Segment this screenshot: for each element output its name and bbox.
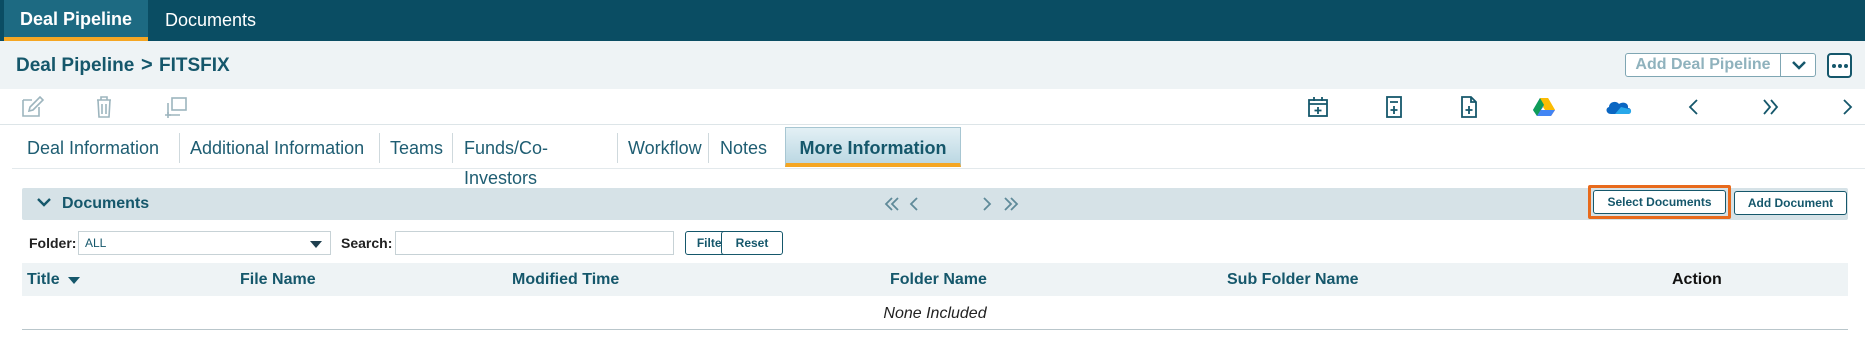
add-deal-pipeline-dropdown[interactable] bbox=[1782, 54, 1816, 76]
tab-deal-information[interactable]: Deal Information bbox=[27, 133, 180, 163]
page-header: Deal Pipeline > FITSFIX Add Deal Pipelin… bbox=[0, 41, 1865, 89]
add-document-button[interactable]: Add Document bbox=[1734, 191, 1847, 215]
column-sub-folder-name[interactable]: Sub Folder Name bbox=[1227, 271, 1359, 289]
reset-button[interactable]: Reset bbox=[721, 231, 783, 255]
tab-more-information[interactable]: More Information bbox=[785, 127, 961, 167]
calendar-add-icon[interactable] bbox=[1305, 95, 1331, 119]
column-title[interactable]: Title bbox=[27, 271, 60, 289]
breadcrumb-separator: > bbox=[141, 54, 153, 76]
documents-filter-bar: Folder: ALL Search: Filter Reset bbox=[22, 226, 1848, 260]
sort-descending-icon[interactable] bbox=[68, 277, 80, 284]
documents-table-header: Title File Name Modified Time Folder Nam… bbox=[22, 263, 1848, 296]
top-tab-deal-pipeline[interactable]: Deal Pipeline bbox=[4, 0, 148, 41]
chevron-left-icon[interactable] bbox=[1681, 95, 1707, 119]
file-add-icon[interactable] bbox=[1456, 95, 1482, 119]
breadcrumb-parent[interactable]: Deal Pipeline bbox=[16, 55, 134, 77]
previous-page-icon[interactable] bbox=[907, 195, 921, 213]
more-options-button[interactable] bbox=[1827, 53, 1852, 78]
onedrive-icon[interactable] bbox=[1603, 95, 1633, 119]
tab-additional-information[interactable]: Additional Information bbox=[180, 133, 380, 163]
google-drive-icon[interactable] bbox=[1531, 95, 1557, 119]
empty-state-text: None Included bbox=[883, 305, 987, 322]
top-nav: Deal Pipeline Documents bbox=[0, 0, 1865, 41]
table-empty-row: None Included bbox=[22, 296, 1848, 330]
tab-workflow[interactable]: Workflow bbox=[618, 133, 709, 163]
top-tab-documents[interactable]: Documents bbox=[165, 0, 256, 41]
double-chevron-right-icon[interactable] bbox=[1757, 95, 1783, 119]
search-label: Search: bbox=[341, 235, 393, 251]
column-folder-name[interactable]: Folder Name bbox=[890, 271, 987, 289]
search-input[interactable] bbox=[395, 231, 674, 255]
toolbar bbox=[0, 89, 1865, 125]
caret-down-icon bbox=[310, 241, 322, 248]
documents-title: Documents bbox=[62, 195, 150, 212]
last-page-icon[interactable] bbox=[1002, 195, 1020, 213]
dot-icon bbox=[1832, 64, 1836, 68]
detail-tabs: Deal Information Additional Information … bbox=[12, 125, 1865, 188]
select-documents-button[interactable]: Select Documents bbox=[1593, 190, 1726, 214]
dot-icon bbox=[1844, 64, 1848, 68]
add-deal-pipeline-split-button: Add Deal Pipeline bbox=[1625, 53, 1816, 77]
tab-notes[interactable]: Notes bbox=[709, 133, 779, 163]
dot-icon bbox=[1838, 64, 1842, 68]
column-modified-time[interactable]: Modified Time bbox=[512, 271, 619, 289]
column-file-name[interactable]: File Name bbox=[240, 271, 316, 289]
chevron-down-icon[interactable] bbox=[36, 196, 52, 210]
chevron-right-icon[interactable] bbox=[1834, 95, 1860, 119]
next-page-icon[interactable] bbox=[980, 195, 994, 213]
folder-label: Folder: bbox=[29, 235, 77, 251]
trash-icon[interactable] bbox=[91, 95, 117, 119]
tab-funds-co-investors[interactable]: Funds/Co-Investors bbox=[453, 133, 618, 188]
add-deal-pipeline-button[interactable]: Add Deal Pipeline bbox=[1626, 54, 1781, 76]
column-action: Action bbox=[1672, 271, 1722, 288]
documents-panel-header: Documents bbox=[22, 188, 1848, 220]
edit-icon[interactable] bbox=[20, 95, 46, 119]
first-page-icon[interactable] bbox=[883, 195, 901, 213]
folder-select[interactable]: ALL bbox=[78, 231, 331, 255]
folder-select-value: ALL bbox=[85, 236, 107, 250]
tab-teams[interactable]: Teams bbox=[380, 133, 453, 163]
breadcrumb-current: FITSFIX bbox=[159, 55, 230, 76]
chevron-down-icon bbox=[1792, 61, 1806, 70]
copy-icon[interactable] bbox=[163, 95, 189, 119]
document-add-icon[interactable] bbox=[1381, 95, 1407, 119]
